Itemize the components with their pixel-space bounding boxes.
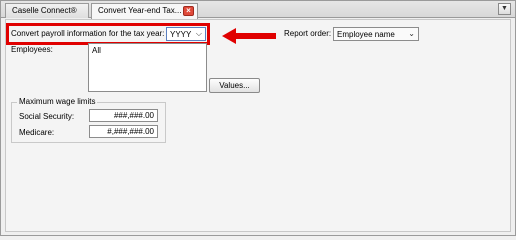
list-item[interactable]: All [92, 46, 203, 55]
tab-label: Caselle Connect® [12, 6, 77, 15]
arrow-left-icon [222, 28, 276, 44]
employees-listbox[interactable]: All [88, 43, 207, 92]
tab-caselle-connect[interactable]: Caselle Connect® [5, 3, 89, 18]
max-wage-title: Maximum wage limits [17, 97, 98, 106]
social-security-label: Social Security: [19, 112, 75, 121]
social-security-field[interactable]: ###,###.00 [89, 109, 158, 122]
tax-year-label: Convert payroll information for the tax … [11, 29, 165, 38]
tax-year-value: YYYY [170, 30, 192, 39]
chevron-down-icon[interactable]: ⌄ [408, 29, 415, 38]
tax-year-combo[interactable]: YYYY ⌵ [166, 27, 206, 41]
tab-label: Convert Year-end Tax... [98, 6, 182, 15]
tab-convert-year-end-tax[interactable]: Convert Year-end Tax... × [91, 3, 198, 19]
medicare-field[interactable]: #,###,###.00 [89, 125, 158, 138]
report-order-value: Employee name [337, 30, 395, 39]
chevron-down-icon[interactable]: ▼ [498, 3, 511, 15]
close-icon[interactable]: × [183, 6, 194, 16]
app-window: Caselle Connect® Convert Year-end Tax...… [0, 0, 516, 236]
employees-label: Employees: [11, 45, 53, 54]
report-order-label: Report order: [284, 29, 332, 38]
tab-strip: Caselle Connect® Convert Year-end Tax...… [1, 1, 515, 19]
medicare-label: Medicare: [19, 128, 55, 137]
chevron-down-icon[interactable]: ⌵ [196, 29, 202, 39]
values-button[interactable]: Values... [209, 78, 260, 93]
report-order-combo[interactable]: Employee name ⌄ [333, 27, 419, 41]
